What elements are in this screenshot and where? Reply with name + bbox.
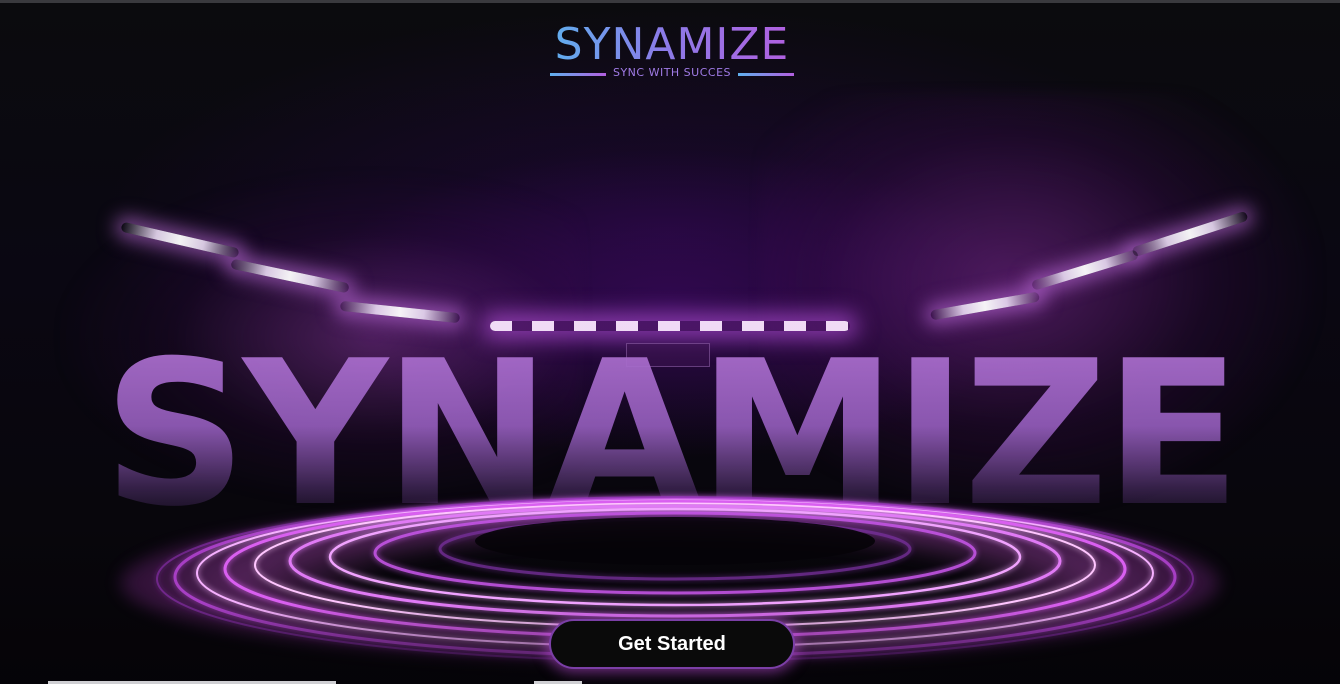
logo-wordmark: SYNAMIZE [548, 22, 796, 68]
get-started-button[interactable]: Get Started [549, 619, 795, 669]
get-started-label: Get Started [618, 632, 726, 655]
hero-section: SYNAMIZE [0, 3, 1340, 684]
logo-tagline: SYNC WITH SUCCES [612, 66, 732, 79]
